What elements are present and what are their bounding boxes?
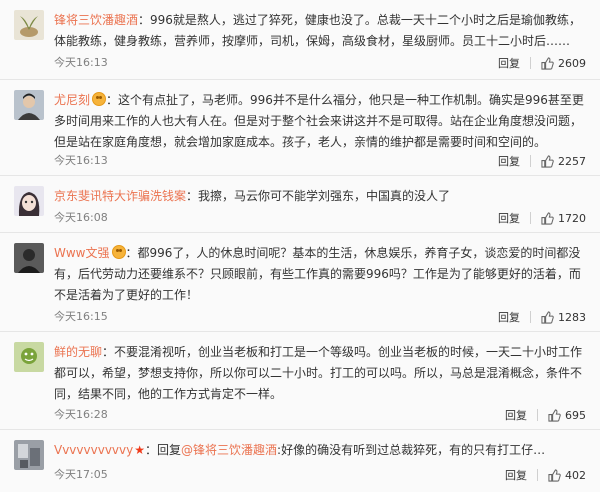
thumbs-up-icon — [541, 211, 554, 225]
comment-time: 今天16:15 — [54, 310, 108, 323]
reply-button[interactable]: 回复 — [498, 309, 520, 325]
colon: ： — [145, 443, 158, 457]
like-button[interactable]: 402 — [548, 469, 586, 482]
comment-text: 锋将三饮潘趣酒：996就是熬人，逃过了猝死，健康也没了。总裁一天十二个小时之后是… — [54, 10, 586, 52]
reply-button[interactable]: 回复 — [498, 210, 520, 226]
colon: ： — [106, 93, 119, 107]
like-count: 1283 — [558, 310, 586, 324]
colon: ： — [138, 13, 151, 27]
comment-username[interactable]: 鲜的无聊 — [54, 345, 102, 359]
member-badge-icon — [92, 92, 107, 106]
colon: ： — [186, 189, 199, 203]
reply-prefix: 回复 — [157, 443, 182, 457]
comment-username[interactable]: 尤尼刻 — [54, 93, 90, 107]
colon: ： — [102, 345, 115, 359]
comment-content: :好像的确没有听到过总裁猝死，有的只有打工仔… — [277, 443, 546, 457]
comment-content: 我擦，马云你可不能学刘强东，中国真的没人了 — [198, 189, 451, 203]
like-button[interactable]: 1283 — [541, 311, 586, 324]
thumbs-up-icon — [548, 468, 561, 482]
like-count: 695 — [565, 408, 586, 422]
star-icon: ★ — [134, 443, 145, 457]
comment-text: 尤尼刻 ：这个有点扯了，马老师。996并不是什么福分，他只是一种工作机制。确实是9… — [54, 90, 586, 153]
comment-item: 鲜的无聊：不要混淆视听，创业当老板和打工是一个等级吗。创业当老板的时候，一天二十… — [0, 332, 600, 430]
avatar[interactable] — [14, 90, 44, 120]
comment-time: 今天16:13 — [54, 154, 108, 167]
like-count: 2609 — [558, 56, 586, 70]
like-count: 402 — [565, 468, 586, 482]
reply-button[interactable]: 回复 — [505, 407, 527, 423]
mention-link[interactable]: @锋将三饮潘趣酒 — [181, 443, 277, 457]
comment-text: Www文强 ：都996了，人的休息时间呢？基本的生活，休息娱乐，养育子女，谈恋爱的… — [54, 243, 586, 306]
divider — [530, 311, 531, 323]
comment-list: 锋将三饮潘趣酒：996就是熬人，逃过了猝死，健康也没了。总裁一天十二个小时之后是… — [0, 0, 600, 492]
comment-time: 今天16:08 — [54, 211, 108, 224]
divider — [530, 57, 531, 69]
divider — [537, 469, 538, 481]
avatar[interactable] — [14, 186, 44, 216]
thumbs-up-icon — [541, 56, 554, 70]
avatar[interactable] — [14, 10, 44, 40]
like-button[interactable]: 1720 — [541, 212, 586, 225]
comment-time: 今天17:05 — [54, 468, 108, 481]
like-count: 1720 — [558, 211, 586, 225]
member-badge-icon — [111, 245, 126, 259]
comment-time: 今天16:28 — [54, 408, 108, 421]
comment-item: 京东斐讯特大诈骗洗钱案：我擦，马云你可不能学刘强东，中国真的没人了 今天16:0… — [0, 176, 600, 233]
like-button[interactable]: 2257 — [541, 155, 586, 168]
comment-time: 今天16:13 — [54, 56, 108, 69]
comment-username[interactable]: 京东斐讯特大诈骗洗钱案 — [54, 189, 186, 203]
comment-text: Vvvvvvvvvvy★：回复@锋将三饮潘趣酒:好像的确没有听到过总裁猝死，有的… — [54, 440, 586, 461]
comment-username[interactable]: Vvvvvvvvvvy — [54, 443, 133, 457]
avatar[interactable] — [14, 342, 44, 372]
avatar[interactable] — [14, 440, 44, 470]
like-button[interactable]: 695 — [548, 409, 586, 422]
comment-item: Www文强 ：都996了，人的休息时间呢？基本的生活，休息娱乐，养育子女，谈恋爱的… — [0, 233, 600, 332]
thumbs-up-icon — [541, 154, 554, 168]
divider — [530, 212, 531, 224]
reply-button[interactable]: 回复 — [498, 153, 520, 169]
comment-item: 锋将三饮潘趣酒：996就是熬人，逃过了猝死，健康也没了。总裁一天十二个小时之后是… — [0, 0, 600, 80]
reply-button[interactable]: 回复 — [498, 55, 520, 71]
comment-content: 不要混淆视听，创业当老板和打工是一个等级吗。创业当老板的时候，一天二十小时工作都… — [54, 345, 583, 401]
comment-text: 鲜的无聊：不要混淆视听，创业当老板和打工是一个等级吗。创业当老板的时候，一天二十… — [54, 342, 586, 405]
comment-item: 尤尼刻 ：这个有点扯了，马老师。996并不是什么福分，他只是一种工作机制。确实是9… — [0, 80, 600, 176]
reply-button[interactable]: 回复 — [505, 467, 527, 483]
thumbs-up-icon — [548, 408, 561, 422]
divider — [537, 409, 538, 421]
avatar[interactable] — [14, 243, 44, 273]
like-button[interactable]: 2609 — [541, 57, 586, 70]
comment-username[interactable]: 锋将三饮潘趣酒 — [54, 13, 138, 27]
colon: ： — [125, 246, 138, 260]
comment-text: 京东斐讯特大诈骗洗钱案：我擦，马云你可不能学刘强东，中国真的没人了 — [54, 186, 586, 207]
comment-content: 这个有点扯了，马老师。996并不是什么福分，他只是一种工作机制。确实是996甚至… — [54, 93, 584, 149]
divider — [530, 155, 531, 167]
thumbs-up-icon — [541, 310, 554, 324]
comment-item: Vvvvvvvvvvy★：回复@锋将三饮潘趣酒:好像的确没有听到过总裁猝死，有的… — [0, 430, 600, 492]
comment-username[interactable]: Www文强 — [54, 246, 110, 260]
like-count: 2257 — [558, 154, 586, 168]
